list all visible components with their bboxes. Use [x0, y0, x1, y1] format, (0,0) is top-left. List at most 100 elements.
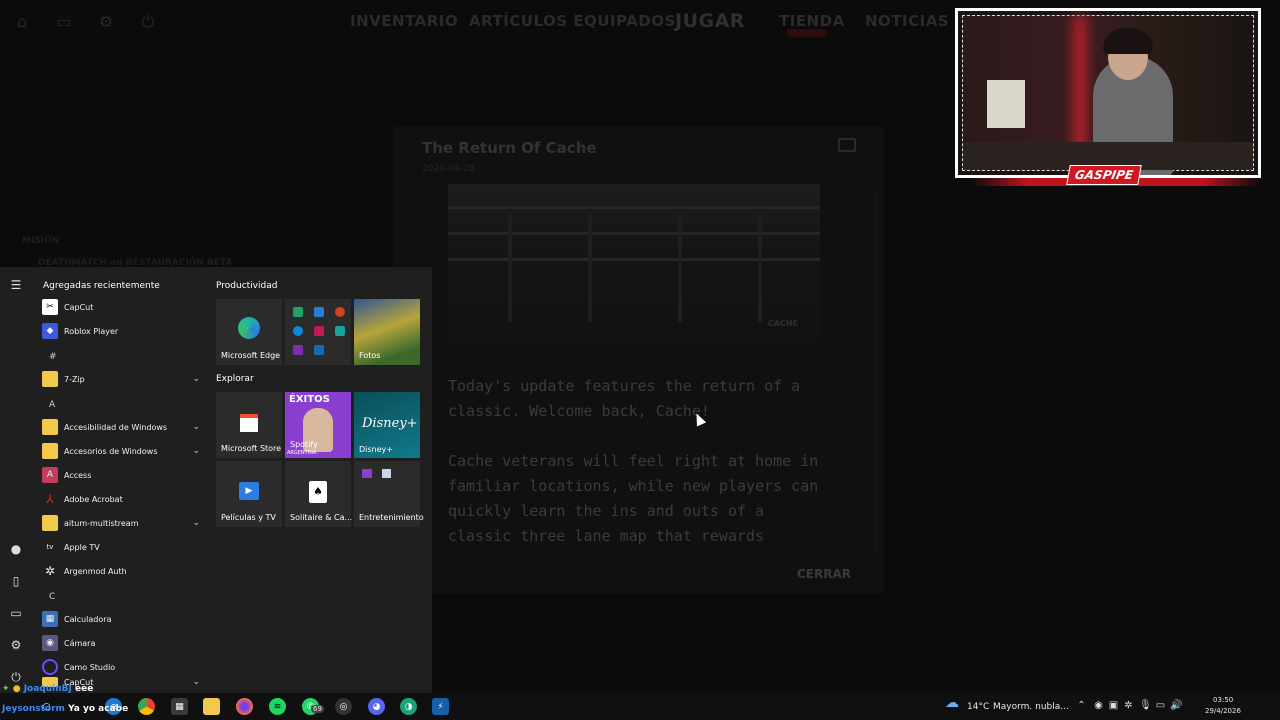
camo-icon: [42, 659, 58, 675]
app-item-accesorios[interactable]: Accesorios de Windows ⌄: [42, 440, 206, 462]
chrome-icon[interactable]: [138, 698, 155, 715]
app-item-7zip[interactable]: 7-Zip ⌄: [42, 368, 206, 390]
app-label: Argenmod Auth: [64, 566, 127, 576]
tab-noticias[interactable]: NOTICIAS: [865, 12, 949, 30]
chevron-down-icon[interactable]: ⌄: [192, 518, 200, 528]
chevron-down-icon[interactable]: ⌄: [192, 446, 200, 456]
app-taskbar-icon[interactable]: ◑: [400, 698, 417, 715]
acrobat-icon: ⅄: [46, 492, 54, 506]
tile-disney[interactable]: Disney+ Disney+: [354, 392, 420, 458]
power-icon[interactable]: ⏻: [8, 669, 24, 685]
microphone-icon[interactable]: 🎙: [1139, 700, 1152, 711]
weather-desc[interactable]: Mayorm. nubla...: [993, 702, 1069, 712]
tile-spotify[interactable]: ÉXITOS ARGENTINA Spotify: [285, 392, 351, 458]
spotify-taskbar-icon[interactable]: ≋: [269, 698, 286, 715]
app-list: Agregadas recientemente ✂ CapCut ◆ Roblo…: [32, 267, 208, 693]
clock-date[interactable]: 29/4/2026: [1205, 707, 1241, 715]
webcam-feed: [962, 15, 1254, 175]
news-scrollbar[interactable]: [874, 190, 878, 550]
chevron-down-icon[interactable]: ⌄: [192, 422, 200, 432]
pictures-icon[interactable]: ▭: [8, 605, 24, 621]
gpu-icon[interactable]: ▣: [1108, 700, 1119, 711]
chevron-down-icon[interactable]: ⌄: [192, 374, 200, 384]
folder-icon: [42, 443, 58, 459]
taskbar: ○ e ▦ ≋ ✆ 69 ◎ ◕ ◑ ⚡ ☁ 14°C Mayorm. nubl…: [0, 693, 1280, 720]
explore-header: Explorar: [216, 374, 254, 384]
chevron-down-icon[interactable]: ⌄: [192, 677, 200, 687]
share-icon[interactable]: [838, 138, 856, 152]
tab-tienda[interactable]: TIENDA: [779, 12, 845, 30]
steam-icon[interactable]: ◎: [335, 698, 352, 715]
news-modal: The Return Of Cache 2026-04-28 CACHE Tod…: [394, 126, 884, 594]
tile-entretenimiento[interactable]: Entretenimiento: [354, 461, 424, 527]
tab-articulos-equipados[interactable]: ARTÍCULOS EQUIPADOS: [469, 12, 676, 30]
tile-peliculas[interactable]: ▶ Películas y TV: [216, 461, 282, 527]
tab-inventario[interactable]: INVENTARIO: [350, 12, 458, 30]
chat-line-2: Jeysonstorm Ya yo acabe: [2, 704, 128, 714]
tray-app-icon[interactable]: ◉: [1093, 700, 1104, 711]
network-icon[interactable]: ▭: [1155, 700, 1166, 711]
file-explorer-icon[interactable]: [203, 698, 220, 715]
close-button[interactable]: CERRAR: [797, 567, 851, 581]
app-item-calculadora[interactable]: ▦ Calculadora: [42, 608, 206, 630]
gear-icon[interactable]: ⚙: [96, 12, 116, 32]
tile-office-group[interactable]: [285, 299, 351, 365]
document-icon[interactable]: ▯: [8, 573, 24, 589]
letter-a[interactable]: A: [49, 400, 55, 410]
office-apps-grid: [293, 307, 347, 355]
news-image-watermark: CACHE: [767, 319, 798, 328]
volume-icon[interactable]: 🔊: [1170, 700, 1182, 711]
clock-time[interactable]: 03:50: [1213, 696, 1233, 704]
webcam-overlay: [955, 8, 1261, 178]
chevron-up-icon[interactable]: ⌃: [1076, 700, 1087, 711]
recent-header: Agregadas recientemente: [43, 281, 160, 291]
settings-tray-icon[interactable]: ✲: [1123, 700, 1134, 711]
excel-icon: [293, 307, 303, 317]
app-item-roblox[interactable]: ◆ Roblox Player: [42, 320, 206, 342]
app2-taskbar-icon[interactable]: ⚡: [432, 698, 449, 715]
firefox-icon[interactable]: [236, 698, 253, 715]
chat-line-1: ✦ ● JoaquinBJ eee: [2, 684, 93, 694]
app-item-argenmod[interactable]: ✲ Argenmod Auth: [42, 560, 206, 582]
skype-icon: [293, 326, 303, 336]
access-icon: [314, 326, 324, 336]
app-item-aitum[interactable]: aitum-multistream ⌄: [42, 512, 206, 534]
app-label: 7-Zip: [64, 374, 85, 384]
store-taskbar-icon[interactable]: ▦: [171, 698, 188, 715]
tab-jugar[interactable]: JUGAR: [675, 10, 745, 32]
app-item-appletv[interactable]: tv Apple TV: [42, 536, 206, 558]
appletv-icon: tv: [46, 543, 54, 551]
tile-label: Películas y TV: [221, 513, 276, 522]
news-paragraph-1: Today's update features the return of a …: [448, 377, 801, 420]
settings-icon[interactable]: ⚙: [8, 637, 24, 653]
folder-icon: [42, 515, 58, 531]
tile-solitaire[interactable]: ♠ Solitaire & Ca...: [285, 461, 352, 527]
news-paragraph-2: Cache veterans will feel right at home i…: [448, 452, 819, 545]
tiles-area: Productividad Microsoft Edge Fotos Explo…: [208, 267, 432, 693]
discord-icon[interactable]: ◕: [368, 698, 385, 715]
hamburger-icon[interactable]: ☰: [8, 277, 24, 293]
home-icon[interactable]: ⌂: [12, 12, 32, 32]
tile-label: Entretenimiento: [359, 513, 424, 522]
user-icon[interactable]: ●: [8, 541, 24, 557]
app-item-capcut-recent[interactable]: ✂ CapCut: [42, 296, 206, 318]
letter-hash[interactable]: #: [49, 352, 57, 362]
weather-temp[interactable]: 14°C: [967, 702, 989, 712]
roblox-icon: ◆: [42, 323, 58, 339]
letter-c[interactable]: C: [49, 592, 55, 602]
tv-icon[interactable]: ▭: [54, 12, 74, 32]
tile-microsoft-store[interactable]: Microsoft Store: [216, 392, 282, 458]
power-icon[interactable]: ⏻: [138, 12, 158, 32]
app-item-camara[interactable]: ◉ Cámara: [42, 632, 206, 654]
start-rail: ☰ ● ▯ ▭ ⚙ ⏻: [0, 267, 32, 693]
app-item-acrobat[interactable]: ⅄ Adobe Acrobat: [42, 488, 206, 510]
news-title: The Return Of Cache: [422, 139, 597, 157]
outlook-icon: [314, 345, 324, 355]
spotify-art-sub: ARGENTINA: [287, 450, 317, 456]
game-nav-icons: ⌂ ▭ ⚙ ⏻: [12, 12, 158, 32]
tile-microsoft-edge[interactable]: Microsoft Edge: [216, 299, 282, 365]
app-item-access[interactable]: A Access: [42, 464, 206, 486]
app-item-accesibilidad[interactable]: Accesibilidad de Windows ⌄: [42, 416, 206, 438]
tile-fotos[interactable]: Fotos: [354, 299, 420, 365]
weather-icon[interactable]: ☁: [945, 696, 959, 710]
